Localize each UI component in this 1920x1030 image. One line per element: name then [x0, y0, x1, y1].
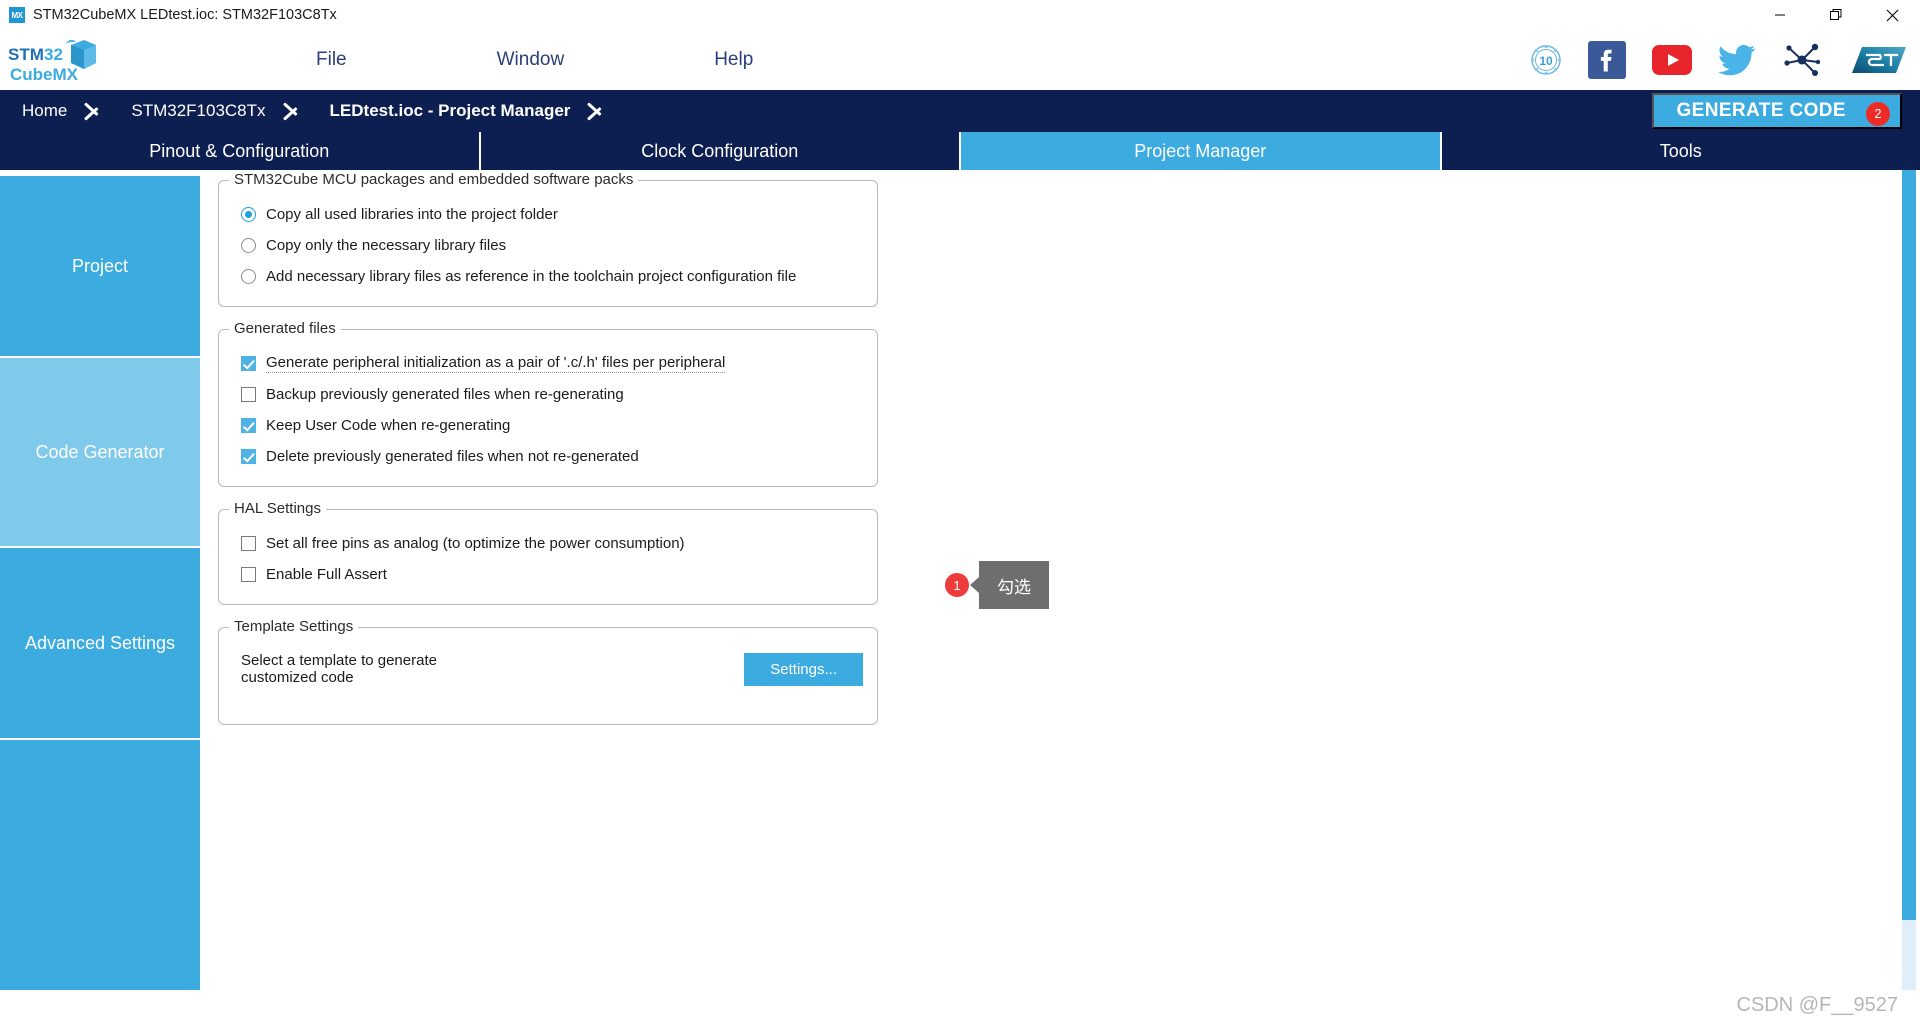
- window-title: STM32CubeMX LEDtest.ioc: STM32F103C8Tx: [33, 7, 337, 23]
- sidebar-item-code-generator[interactable]: Code Generator: [0, 358, 200, 548]
- radio-add-as-reference[interactable]: Add necessary library files as reference…: [233, 261, 863, 292]
- menu-items: File Window Help: [316, 49, 753, 71]
- workspace: Project Code Generator Advanced Settings…: [0, 170, 1920, 1030]
- checkbox-keep-user-code[interactable]: Keep User Code when re-generating: [233, 410, 863, 441]
- option-label: Keep User Code when re-generating: [266, 417, 511, 434]
- tab-project-manager[interactable]: Project Manager: [961, 132, 1442, 170]
- menu-item-file[interactable]: File: [316, 49, 347, 71]
- vertical-scrollbar[interactable]: [1902, 170, 1916, 1030]
- twitter-icon[interactable]: [1718, 44, 1756, 76]
- chevron-right-icon: [83, 90, 109, 132]
- breadcrumb-item-home[interactable]: Home: [0, 90, 109, 132]
- generate-code-badge: 2: [1866, 102, 1890, 126]
- annotation-tooltip: 勾选: [970, 561, 1049, 609]
- checkbox-icon[interactable]: [241, 567, 256, 582]
- scrollbar-thumb[interactable]: [1902, 170, 1916, 920]
- annotation-step-badge: 1: [945, 573, 969, 597]
- sidebar-filler: [0, 740, 200, 1030]
- tab-tools[interactable]: Tools: [1441, 132, 1920, 170]
- checkbox-generate-peripheral-init[interactable]: Generate peripheral initialization as a …: [233, 348, 863, 379]
- annotation-overlay: 1 勾选: [945, 561, 1049, 609]
- group-hal-settings: HAL Settings Set all free pins as analog…: [218, 500, 878, 605]
- window-controls: [1752, 0, 1920, 30]
- main-tabs: Pinout & Configuration Clock Configurati…: [0, 132, 1920, 170]
- checkbox-icon[interactable]: [241, 387, 256, 402]
- youtube-icon[interactable]: [1652, 45, 1692, 75]
- close-button[interactable]: [1864, 0, 1920, 30]
- chevron-right-icon: [282, 90, 308, 132]
- option-label: Copy all used libraries into the project…: [266, 206, 558, 223]
- facebook-icon[interactable]: [1588, 41, 1626, 79]
- svg-text:STM: STM: [8, 45, 44, 64]
- option-label: Set all free pins as analog (to optimize…: [266, 535, 685, 552]
- breadcrumb: Home STM32F103C8Tx LEDtest.ioc - Project…: [0, 90, 1920, 132]
- st-logo-icon[interactable]: [1848, 43, 1910, 77]
- checkbox-icon[interactable]: [241, 356, 256, 371]
- minimize-button[interactable]: [1752, 0, 1808, 30]
- social-links: 10: [1530, 30, 1910, 90]
- radio-copy-all-libraries[interactable]: Copy all used libraries into the project…: [233, 199, 863, 230]
- footer: CSDN @F__9527: [0, 990, 1920, 1030]
- option-label: Delete previously generated files when n…: [266, 448, 639, 465]
- checkbox-enable-full-assert[interactable]: Enable Full Assert: [233, 559, 863, 590]
- checkbox-delete-previously-generated[interactable]: Delete previously generated files when n…: [233, 441, 863, 472]
- template-settings-row: Select a template to generate customized…: [233, 646, 863, 692]
- generate-code-wrapper: GENERATE CODE 2: [1652, 93, 1902, 129]
- title-bar: MX STM32CubeMX LEDtest.ioc: STM32F103C8T…: [0, 0, 1920, 30]
- option-label: Generate peripheral initialization as a …: [266, 354, 726, 373]
- checkbox-backup-previously-generated[interactable]: Backup previously generated files when r…: [233, 379, 863, 410]
- radio-copy-necessary-libraries[interactable]: Copy only the necessary library files: [233, 230, 863, 261]
- option-label: Enable Full Assert: [266, 566, 387, 583]
- code-generator-panel: STM32Cube MCU packages and embedded soft…: [200, 170, 1920, 1030]
- stm32cubemx-logo[interactable]: STM 32 CubeMX: [8, 36, 113, 88]
- group-generated-files: Generated files Generate peripheral init…: [218, 320, 878, 487]
- checkbox-set-free-pins-analog[interactable]: Set all free pins as analog (to optimize…: [233, 528, 863, 559]
- template-description: Select a template to generate customized…: [241, 652, 437, 686]
- radio-icon[interactable]: [241, 238, 256, 253]
- option-label: Backup previously generated files when r…: [266, 386, 624, 403]
- option-label: Copy only the necessary library files: [266, 237, 507, 254]
- group-mcu-packages: STM32Cube MCU packages and embedded soft…: [218, 171, 878, 307]
- tab-pinout-configuration[interactable]: Pinout & Configuration: [0, 132, 481, 170]
- restore-button[interactable]: [1808, 0, 1864, 30]
- radio-icon[interactable]: [241, 269, 256, 284]
- group-legend: STM32Cube MCU packages and embedded soft…: [229, 171, 639, 188]
- breadcrumb-label: STM32F103C8Tx: [131, 101, 266, 120]
- group-legend: Template Settings: [229, 618, 359, 635]
- checkbox-icon[interactable]: [241, 418, 256, 433]
- app-icon: MX: [9, 7, 25, 23]
- option-label: Add necessary library files as reference…: [266, 268, 797, 285]
- sidebar-item-advanced-settings[interactable]: Advanced Settings: [0, 548, 200, 740]
- radio-icon[interactable]: [241, 207, 256, 222]
- chevron-right-icon: [586, 90, 612, 132]
- svg-text:CubeMX: CubeMX: [10, 65, 79, 84]
- menu-item-help[interactable]: Help: [714, 49, 753, 71]
- group-legend: HAL Settings: [229, 500, 326, 517]
- breadcrumb-item-mcu[interactable]: STM32F103C8Tx: [109, 90, 307, 132]
- svg-text:32: 32: [44, 45, 63, 64]
- group-template-settings: Template Settings Select a template to g…: [218, 618, 878, 725]
- watermark: CSDN @F__9527: [1736, 994, 1898, 1016]
- template-settings-button[interactable]: Settings...: [744, 652, 863, 686]
- menu-bar: STM 32 CubeMX File Window Help 10: [0, 30, 1920, 90]
- checkbox-icon[interactable]: [241, 536, 256, 551]
- breadcrumb-item-project-manager[interactable]: LEDtest.ioc - Project Manager: [308, 90, 613, 132]
- sidebar: Project Code Generator Advanced Settings: [0, 170, 200, 1030]
- tab-clock-configuration[interactable]: Clock Configuration: [480, 132, 961, 170]
- template-settings-spacer: [233, 692, 863, 710]
- st-community-icon[interactable]: [1782, 42, 1822, 78]
- sidebar-item-project[interactable]: Project: [0, 176, 200, 358]
- svg-text:10: 10: [1539, 54, 1553, 68]
- checkbox-icon[interactable]: [241, 449, 256, 464]
- ten-years-badge-icon[interactable]: 10: [1530, 44, 1562, 76]
- generate-code-button[interactable]: GENERATE CODE: [1652, 93, 1902, 129]
- menu-item-window[interactable]: Window: [497, 49, 565, 71]
- group-legend: Generated files: [229, 320, 341, 337]
- breadcrumb-label: LEDtest.ioc - Project Manager: [329, 101, 571, 120]
- breadcrumb-label: Home: [22, 101, 68, 120]
